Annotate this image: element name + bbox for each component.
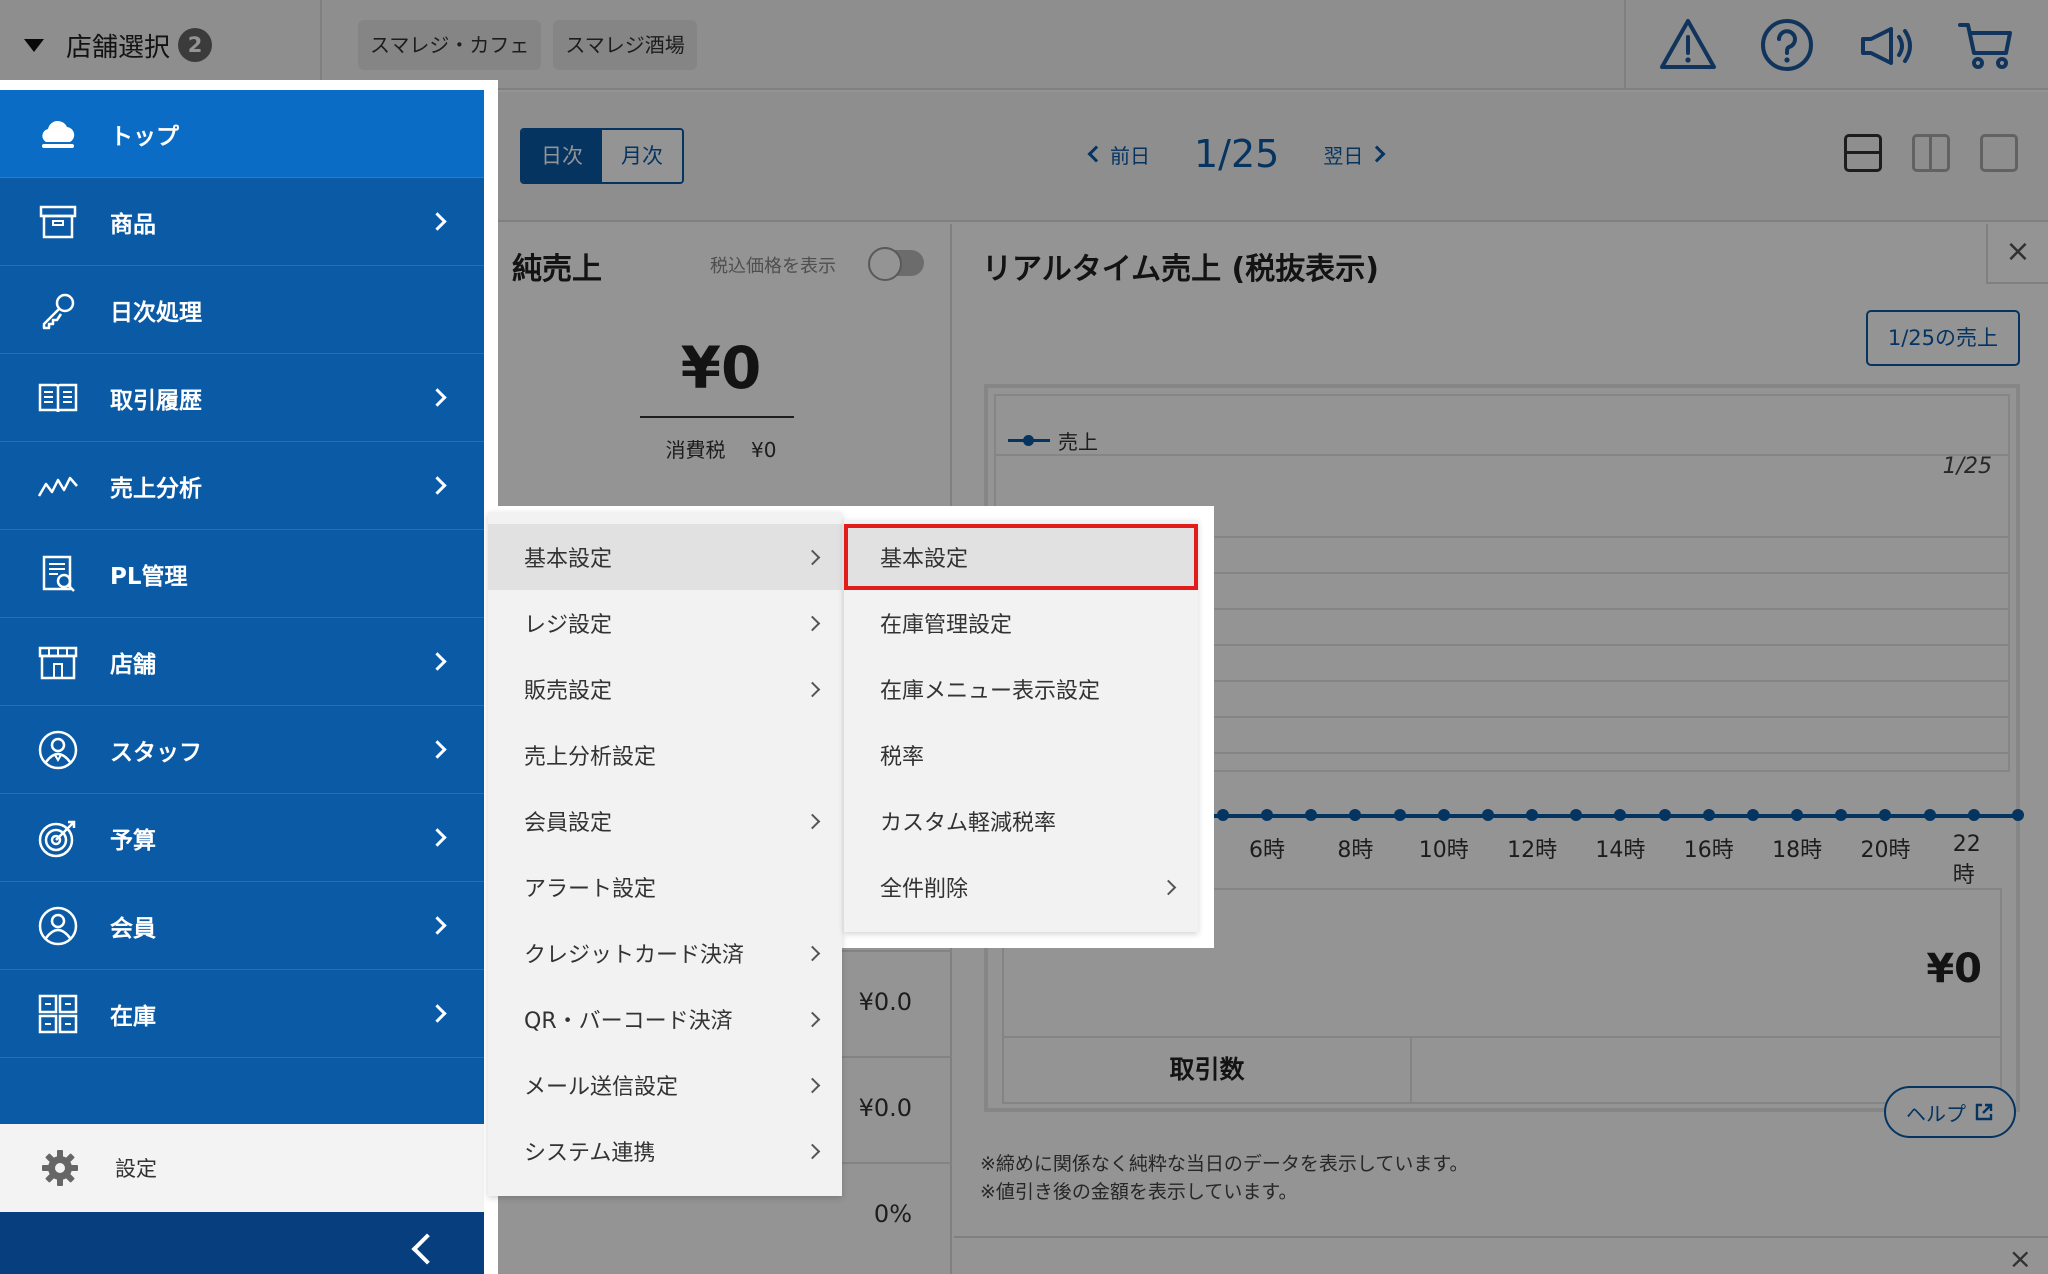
menu-item-label: カスタム軽減税率	[880, 811, 1057, 836]
menu-item-label: 全件削除	[880, 877, 969, 902]
menu-item-label: 販売設定	[524, 679, 613, 704]
sidebar: トップ 商品 日次処理 取引履歴 売上分析 PL管理 店舗 スタッフ 予算 会員…	[0, 80, 498, 1274]
submenu-item-delete-all[interactable]: 全件削除	[844, 854, 1198, 920]
sidebar-item-staff[interactable]: スタッフ	[0, 706, 484, 794]
menu-item-label: 在庫管理設定	[880, 613, 1013, 638]
gear-icon	[42, 1150, 78, 1186]
menu-item-register-settings[interactable]: レジ設定	[488, 590, 842, 656]
chevron-right-icon	[804, 681, 821, 697]
member-icon	[38, 906, 78, 945]
sidebar-item-label: PL管理	[110, 563, 188, 590]
cloud-icon	[42, 120, 75, 148]
menu-item-label: QR・バーコード決済	[524, 1009, 733, 1034]
sidebar-settings-label: 設定	[115, 1157, 157, 1181]
chevron-right-icon	[804, 549, 821, 565]
menu-item-label: システム連携	[524, 1141, 656, 1166]
submenu-item-custom-reduced-tax[interactable]: カスタム軽減税率	[844, 788, 1198, 854]
trend-chart-icon	[37, 476, 78, 497]
menu-item-label: 在庫メニュー表示設定	[880, 679, 1101, 704]
settings-menu: 基本設定 レジ設定 販売設定 売上分析設定 会員設定 アラート設定 クレジットカ…	[488, 512, 842, 1196]
chevron-right-icon	[804, 615, 821, 631]
menu-item-label: 売上分析設定	[524, 745, 657, 770]
submenu-item-tax-rate[interactable]: 税率	[844, 722, 1198, 788]
sidebar-item-transaction-history[interactable]: 取引履歴	[0, 354, 484, 442]
sidebar-item-products[interactable]: 商品	[0, 178, 484, 266]
chevron-right-icon	[428, 916, 447, 935]
sidebar-item-budget[interactable]: 予算	[0, 794, 484, 882]
menu-item-label: 会員設定	[524, 811, 613, 836]
menu-item-sales-settings[interactable]: 販売設定	[488, 656, 842, 722]
sidebar-item-label: 日次処理	[110, 299, 202, 326]
chevron-right-icon	[804, 1011, 821, 1027]
menu-item-label: アラート設定	[524, 877, 657, 902]
chevron-right-icon	[428, 1004, 447, 1023]
menu-item-label: 税率	[880, 745, 925, 770]
sidebar-item-label: 会員	[110, 915, 156, 942]
sidebar-item-daily-process[interactable]: 日次処理	[0, 266, 484, 354]
sidebar-item-inventory[interactable]: 在庫	[0, 970, 484, 1058]
menu-item-qr-barcode[interactable]: QR・バーコード決済	[488, 986, 842, 1052]
menu-item-basic-settings[interactable]: 基本設定	[488, 524, 842, 590]
chevron-right-icon	[428, 212, 447, 231]
sidebar-item-top[interactable]: トップ	[0, 90, 484, 178]
chevron-right-icon	[428, 652, 447, 671]
submenu-item-inventory-management[interactable]: 在庫管理設定	[844, 590, 1198, 656]
sidebar-item-members[interactable]: 会員	[0, 882, 484, 970]
staff-icon	[38, 730, 78, 769]
sidebar-item-stores[interactable]: 店舗	[0, 618, 484, 706]
submenu-item-basic-settings[interactable]: 基本設定	[844, 524, 1198, 590]
chevron-right-icon	[804, 945, 821, 961]
menu-item-system-integration[interactable]: システム連携	[488, 1118, 842, 1184]
menu-item-label: 基本設定	[880, 547, 969, 572]
book-icon	[38, 383, 78, 412]
chevron-right-icon	[1160, 879, 1177, 895]
sidebar-item-label: トップ	[110, 123, 179, 150]
chevron-left-icon	[411, 1233, 443, 1265]
archive-box-icon	[39, 205, 77, 238]
chevron-right-icon	[428, 828, 447, 847]
basic-settings-submenu: 基本設定 在庫管理設定 在庫メニュー表示設定 税率 カスタム軽減税率 全件削除	[844, 520, 1198, 932]
report-icon	[42, 555, 75, 592]
chevron-right-icon	[428, 740, 447, 759]
menu-item-analysis-settings[interactable]: 売上分析設定	[488, 722, 842, 788]
sidebar-item-label: 店舗	[110, 651, 156, 678]
inventory-icon	[38, 994, 78, 1033]
storefront-icon	[38, 646, 78, 679]
menu-item-label: クレジットカード決済	[524, 943, 745, 968]
sidebar-item-label: 売上分析	[110, 475, 202, 502]
chevron-right-icon	[428, 388, 447, 407]
chevron-right-icon	[804, 1077, 821, 1093]
sidebar-collapse-button[interactable]	[0, 1212, 484, 1274]
sidebar-item-label: 在庫	[110, 1003, 156, 1030]
sidebar-item-settings[interactable]: 設定	[0, 1124, 484, 1212]
menu-item-alert-settings[interactable]: アラート設定	[488, 854, 842, 920]
sidebar-item-label: 取引履歴	[110, 387, 202, 414]
sidebar-item-sales-analysis[interactable]: 売上分析	[0, 442, 484, 530]
menu-item-label: メール送信設定	[524, 1075, 679, 1100]
sidebar-item-label: 予算	[110, 827, 156, 854]
sidebar-item-pl-management[interactable]: PL管理	[0, 530, 484, 618]
menu-item-credit-card[interactable]: クレジットカード決済	[488, 920, 842, 986]
sidebar-item-label: 商品	[110, 211, 156, 238]
sidebar-item-label: スタッフ	[110, 739, 202, 766]
chevron-right-icon	[804, 1143, 821, 1159]
sidebar-nav: トップ 商品 日次処理 取引履歴 売上分析 PL管理 店舗 スタッフ 予算 会員…	[0, 90, 484, 1274]
menu-item-label: 基本設定	[524, 547, 613, 572]
target-icon	[38, 820, 76, 857]
menu-item-label: レジ設定	[524, 613, 613, 638]
menu-item-member-settings[interactable]: 会員設定	[488, 788, 842, 854]
menu-item-mail-settings[interactable]: メール送信設定	[488, 1052, 842, 1118]
submenu-item-inventory-menu-display[interactable]: 在庫メニュー表示設定	[844, 656, 1198, 722]
key-icon	[42, 293, 75, 329]
chevron-right-icon	[804, 813, 821, 829]
chevron-right-icon	[428, 476, 447, 495]
